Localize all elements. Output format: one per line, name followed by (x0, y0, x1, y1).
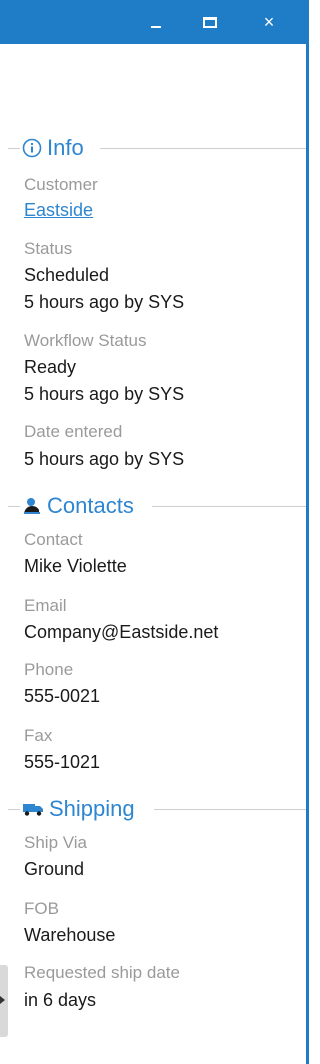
status-value: Scheduled (24, 265, 110, 285)
section-divider (8, 809, 20, 810)
fob-label: FOB (24, 899, 59, 918)
contact-value: Mike Violette (24, 556, 127, 576)
date-entered-label: Date entered (24, 422, 123, 441)
date-entered-value: 5 hours ago by SYS (24, 449, 185, 469)
section-divider (8, 148, 20, 149)
workflow-status-value: Ready (24, 357, 77, 377)
contacts-section-title: Contacts (22, 492, 142, 520)
contacts-title-label: Contacts (47, 493, 134, 518)
maximize-icon (203, 16, 217, 28)
window-edge (309, 0, 315, 1064)
contact-label: Contact (24, 530, 83, 549)
close-icon: × (263, 12, 275, 32)
section-divider (8, 506, 20, 507)
email-value: Company@Eastside.net (24, 622, 219, 642)
status-label: Status (24, 239, 73, 258)
fob-value: Warehouse (24, 925, 116, 945)
customer-link[interactable]: Eastside (24, 200, 93, 221)
window-titlebar: × (0, 0, 315, 44)
truck-icon (22, 801, 44, 817)
ship-via-label: Ship Via (24, 833, 88, 852)
section-divider (152, 506, 306, 507)
info-section-header: Info (0, 134, 306, 162)
fax-value: 555-1021 (24, 752, 101, 772)
phone-label: Phone (24, 660, 74, 679)
section-divider (154, 809, 306, 810)
customer-label: Customer (24, 175, 98, 194)
contacts-section-header: Contacts (0, 492, 306, 520)
contact-person-icon (22, 496, 42, 516)
ship-via-value: Ground (24, 859, 85, 879)
info-circle-icon (22, 138, 42, 158)
expand-arrow-icon (0, 996, 5, 1004)
maximize-button[interactable] (184, 0, 236, 44)
shipping-section-title: Shipping (22, 795, 143, 823)
fax-label: Fax (24, 726, 53, 745)
requested-ship-date-label: Requested ship date (24, 963, 180, 982)
phone-value: 555-0021 (24, 686, 101, 706)
requested-ship-date-value: in 6 days (24, 990, 97, 1010)
info-title-label: Info (47, 135, 84, 160)
email-label: Email (24, 596, 67, 615)
workflow-status-meta: 5 hours ago by SYS (24, 384, 185, 404)
shipping-title-label: Shipping (49, 796, 135, 821)
close-button[interactable]: × (243, 0, 295, 44)
status-meta: 5 hours ago by SYS (24, 292, 185, 312)
minimize-button[interactable] (130, 0, 182, 44)
info-section-title: Info (22, 134, 92, 162)
section-divider (100, 148, 306, 149)
workflow-status-label: Workflow Status (24, 331, 147, 350)
minimize-icon (151, 26, 161, 28)
shipping-section-header: Shipping (0, 795, 306, 823)
